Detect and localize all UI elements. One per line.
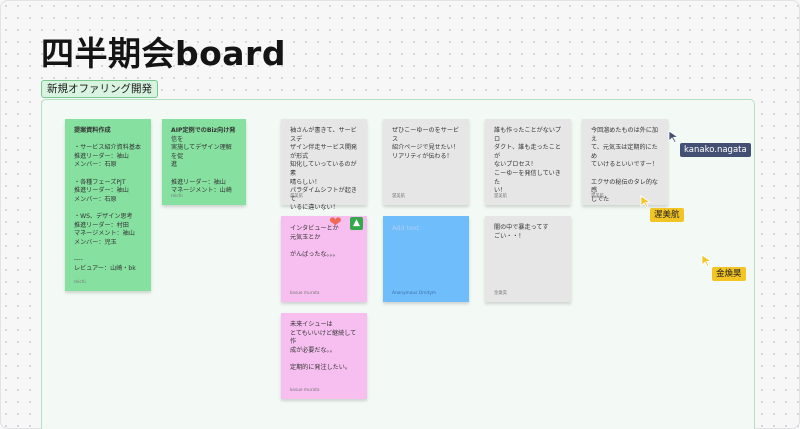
- sticky-note-text: インタビューとか 元気玉とか がんばったな。。。: [290, 225, 339, 258]
- cursor-arrow-icon: [640, 195, 652, 208]
- sticky-note-comment[interactable]: 袖さんが書きて、サービスデ ザイン伴走サービス開発が形式 知化していっているのが…: [281, 119, 367, 211]
- cursor-arrow-icon: [701, 254, 713, 267]
- cursor-label: 渥美航: [650, 208, 684, 222]
- section-label[interactable]: 新規オファリング開発: [41, 80, 158, 98]
- sticky-note-comment[interactable]: 誰も作ったことがないプロ ダクト、誰も走ったことが ないプロセス！ こーゆーを発…: [485, 119, 571, 205]
- sticky-note-author: 渥美航: [591, 194, 604, 199]
- thumbs-up-icon[interactable]: ▲: [350, 217, 363, 230]
- sticky-note-comment[interactable]: 今回溜めたものは外に加え て、元気玉は定期的にため ていけるといいですー！ エク…: [582, 119, 668, 205]
- sticky-note-author: 渥美航: [494, 194, 507, 199]
- sticky-note-comment[interactable]: ぜひこーゆーのをサービス 紹介ページで見せたい！ リアリティが伝わる！ 渥美航: [383, 119, 469, 205]
- sticky-note-text: 提案資料作成 ・サービス紹介資料基本 推進リーダー：袖山 メンバー：石原 ・各種…: [74, 127, 142, 272]
- sticky-note-aip[interactable]: AIP定例でのBiz向け発信を 実施してデザイン理解を促 進 推進リーダー：袖山…: [162, 119, 246, 205]
- sticky-note-empty[interactable]: Add text Anonymous Ornitym: [383, 216, 469, 302]
- heart-icon[interactable]: ❤: [329, 215, 342, 230]
- sticky-note-author: kosue murata: [290, 291, 320, 296]
- sticky-note-author: 金煥昊: [494, 291, 507, 296]
- sticky-note-text: 未来イシューは とてもいいけど継続して作 成が必要だな。。 定期的に発注したい。: [290, 321, 357, 371]
- board-title: 四半期会board: [41, 34, 286, 73]
- sticky-note-author: michi: [171, 194, 183, 199]
- cursor-label: kanako.nagata: [680, 143, 751, 157]
- sticky-note-text: AIP定例でのBiz向け発信を 実施してデザイン理解を促 進 推進リーダー：袖山…: [171, 127, 236, 195]
- sticky-note-placeholder: Add text: [392, 224, 420, 232]
- sticky-note-text: 袖さんが書きて、サービスデ ザイン伴走サービス開発が形式 知化していっているのが…: [290, 127, 358, 212]
- sticky-note-proposal[interactable]: 提案資料作成 ・サービス紹介資料基本 推進リーダー：袖山 メンバー：石原 ・各種…: [65, 119, 151, 291]
- sticky-note-comment[interactable]: 闇の中で暴走ってすごい・・！ 金煥昊: [485, 216, 571, 302]
- sticky-note-comment[interactable]: 未来イシューは とてもいいけど継続して作 成が必要だな。。 定期的に発注したい。…: [281, 313, 367, 399]
- sticky-note-author: Anonymous Ornitym: [392, 291, 437, 296]
- sticky-note-author: michi: [74, 280, 86, 285]
- cursor-label: 金煥昊: [712, 267, 746, 281]
- sticky-note-author: 渥美航: [290, 194, 303, 199]
- sticky-note-author: 渥美航: [392, 194, 405, 199]
- sticky-note-text: 闇の中で暴走ってすごい・・！: [494, 224, 549, 240]
- cursor-arrow-icon: [668, 130, 680, 143]
- sticky-note-text: 誰も作ったことがないプロ ダクト、誰も走ったことが ないプロセス！ こーゆーを発…: [494, 127, 562, 195]
- sticky-note-text: ぜひこーゆーのをサービス 紹介ページで見せたい！ リアリティが伝わる！: [392, 127, 460, 160]
- sticky-note-author: kosue murata: [290, 388, 320, 393]
